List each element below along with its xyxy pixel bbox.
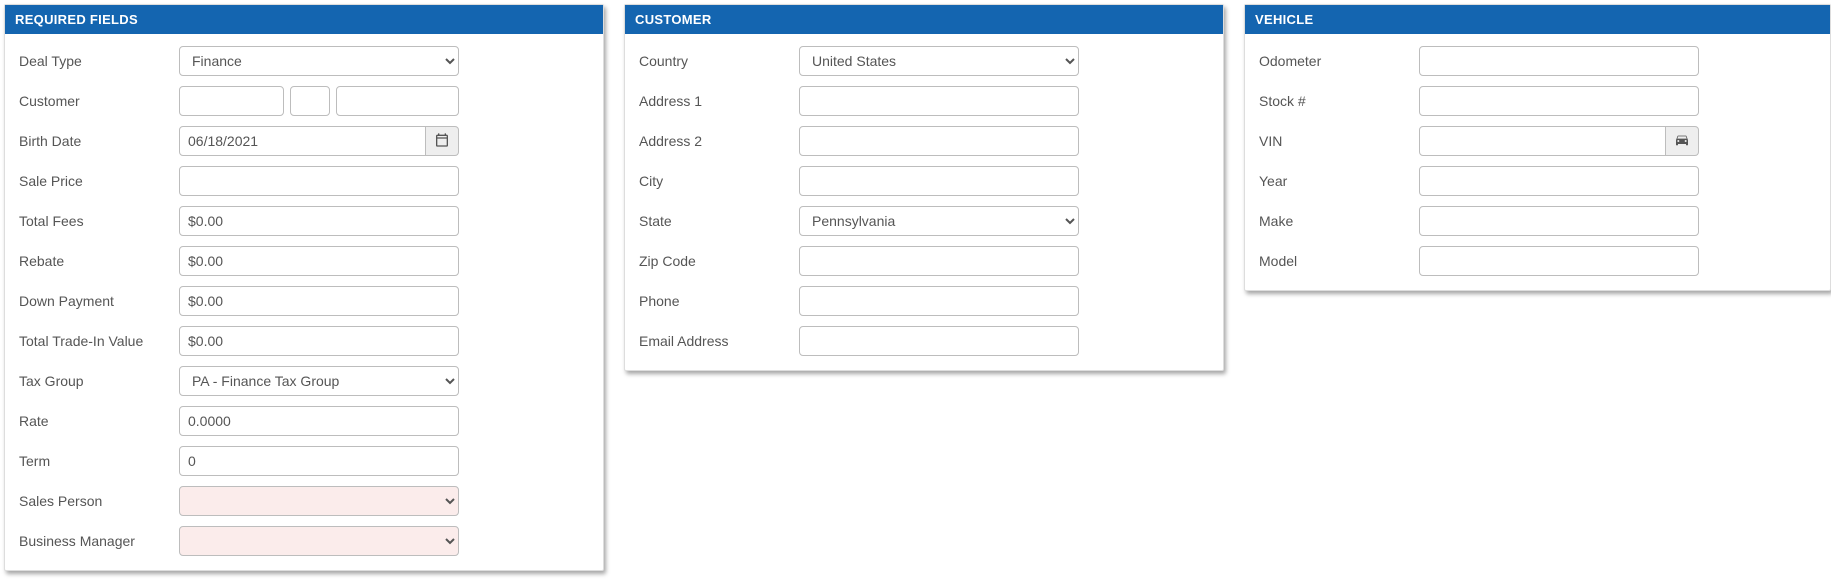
customer-panel: CUSTOMER Country United States Address 1… xyxy=(624,4,1224,371)
address2-input[interactable] xyxy=(799,126,1079,156)
required-fields-panel: REQUIRED FIELDS Deal Type Finance Custom… xyxy=(4,4,604,571)
customer-header: CUSTOMER xyxy=(625,5,1223,34)
total-fees-input[interactable] xyxy=(179,206,459,236)
term-input[interactable] xyxy=(179,446,459,476)
vin-input[interactable] xyxy=(1419,126,1666,156)
email-input[interactable] xyxy=(799,326,1079,356)
stock-label: Stock # xyxy=(1259,93,1419,109)
address1-input[interactable] xyxy=(799,86,1079,116)
vin-label: VIN xyxy=(1259,133,1419,149)
odometer-label: Odometer xyxy=(1259,53,1419,69)
sale-price-input[interactable] xyxy=(179,166,459,196)
required-fields-header: REQUIRED FIELDS xyxy=(5,5,603,34)
rate-input[interactable] xyxy=(179,406,459,436)
birth-date-picker-button[interactable] xyxy=(426,126,459,156)
address1-label: Address 1 xyxy=(639,93,799,109)
customer-label: Customer xyxy=(19,93,179,109)
trade-in-label: Total Trade-In Value xyxy=(19,333,179,349)
make-input[interactable] xyxy=(1419,206,1699,236)
country-label: Country xyxy=(639,53,799,69)
customer-last-input[interactable] xyxy=(336,86,459,116)
deal-type-label: Deal Type xyxy=(19,53,179,69)
trade-in-input[interactable] xyxy=(179,326,459,356)
calendar-icon xyxy=(434,132,450,151)
business-manager-label: Business Manager xyxy=(19,533,179,549)
rebate-input[interactable] xyxy=(179,246,459,276)
zip-input[interactable] xyxy=(799,246,1079,276)
year-label: Year xyxy=(1259,173,1419,189)
rebate-label: Rebate xyxy=(19,253,179,269)
deal-type-select[interactable]: Finance xyxy=(179,46,459,76)
year-input[interactable] xyxy=(1419,166,1699,196)
model-label: Model xyxy=(1259,253,1419,269)
state-select[interactable]: Pennsylvania xyxy=(799,206,1079,236)
zip-label: Zip Code xyxy=(639,253,799,269)
total-fees-label: Total Fees xyxy=(19,213,179,229)
state-label: State xyxy=(639,213,799,229)
vin-lookup-button[interactable] xyxy=(1666,126,1699,156)
customer-middle-input[interactable] xyxy=(290,86,330,116)
birth-date-input[interactable] xyxy=(179,126,426,156)
term-label: Term xyxy=(19,453,179,469)
sales-person-select[interactable] xyxy=(179,486,459,516)
down-payment-input[interactable] xyxy=(179,286,459,316)
odometer-input[interactable] xyxy=(1419,46,1699,76)
city-label: City xyxy=(639,173,799,189)
tax-group-select[interactable]: PA - Finance Tax Group xyxy=(179,366,459,396)
phone-label: Phone xyxy=(639,293,799,309)
rate-label: Rate xyxy=(19,413,179,429)
model-input[interactable] xyxy=(1419,246,1699,276)
country-select[interactable]: United States xyxy=(799,46,1079,76)
vehicle-header: VEHICLE xyxy=(1245,5,1830,34)
email-label: Email Address xyxy=(639,333,799,349)
sales-person-label: Sales Person xyxy=(19,493,179,509)
sale-price-label: Sale Price xyxy=(19,173,179,189)
make-label: Make xyxy=(1259,213,1419,229)
city-input[interactable] xyxy=(799,166,1079,196)
customer-first-input[interactable] xyxy=(179,86,284,116)
address2-label: Address 2 xyxy=(639,133,799,149)
business-manager-select[interactable] xyxy=(179,526,459,556)
birth-date-label: Birth Date xyxy=(19,133,179,149)
stock-input[interactable] xyxy=(1419,86,1699,116)
phone-input[interactable] xyxy=(799,286,1079,316)
car-icon xyxy=(1674,132,1690,151)
down-payment-label: Down Payment xyxy=(19,293,179,309)
tax-group-label: Tax Group xyxy=(19,373,179,389)
vehicle-panel: VEHICLE Odometer Stock # VIN xyxy=(1244,4,1831,291)
